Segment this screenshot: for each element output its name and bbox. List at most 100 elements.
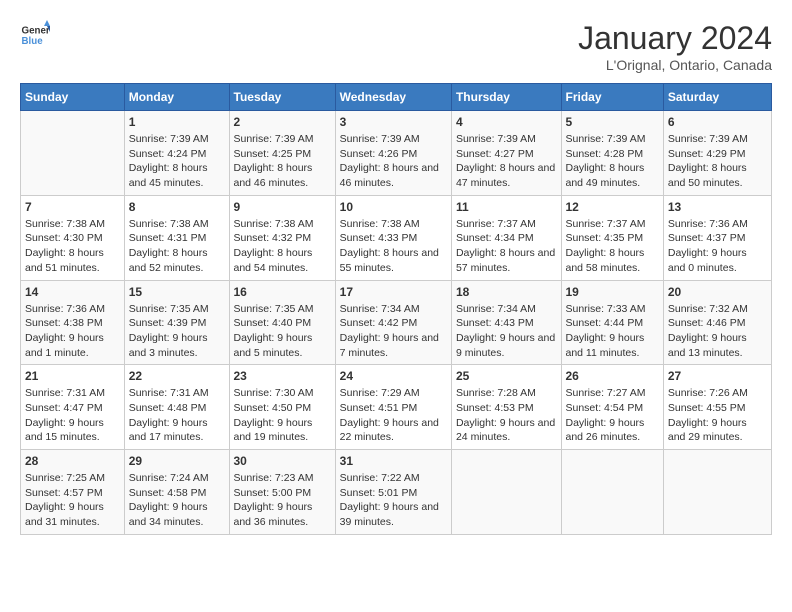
logo-icon: General Blue xyxy=(20,20,50,50)
calendar-cell: 23 Sunrise: 7:30 AMSunset: 4:50 PMDayligh… xyxy=(229,365,335,450)
day-number: 8 xyxy=(129,200,225,214)
calendar-cell: 21Sunrise: 7:31 AMSunset: 4:47 PMDayligh… xyxy=(21,365,125,450)
calendar-cell: 6 Sunrise: 7:39 AMSunset: 4:29 PMDaylight… xyxy=(663,111,771,196)
calendar-cell: 16 Sunrise: 7:35 AMSunset: 4:40 PMDayligh… xyxy=(229,280,335,365)
day-number: 22 xyxy=(129,369,225,383)
day-number: 1 xyxy=(129,115,225,129)
day-number: 4 xyxy=(456,115,557,129)
calendar-cell: 17Sunrise: 7:34 AMSunset: 4:42 PMDayligh… xyxy=(335,280,451,365)
col-friday: Friday xyxy=(561,84,663,111)
day-info: Sunrise: 7:38 AMSunset: 4:33 PMDaylight:… xyxy=(340,217,447,276)
day-info: Sunrise: 7:39 AMSunset: 4:27 PMDaylight:… xyxy=(456,132,557,191)
day-number: 12 xyxy=(566,200,659,214)
calendar-week-1: 1Sunrise: 7:39 AMSunset: 4:24 PMDaylight… xyxy=(21,111,772,196)
month-title: January 2024 xyxy=(578,20,772,57)
calendar-cell xyxy=(451,450,561,535)
day-number: 30 xyxy=(234,454,331,468)
day-info: Sunrise: 7:22 AMSunset: 5:01 PMDaylight:… xyxy=(340,471,447,530)
day-info: Sunrise: 7:24 AMSunset: 4:58 PMDaylight:… xyxy=(129,471,225,530)
day-info: Sunrise: 7:29 AMSunset: 4:51 PMDaylight:… xyxy=(340,386,447,445)
calendar-body: 1Sunrise: 7:39 AMSunset: 4:24 PMDaylight… xyxy=(21,111,772,535)
logo: General Blue xyxy=(20,20,50,50)
col-saturday: Saturday xyxy=(663,84,771,111)
day-number: 2 xyxy=(234,115,331,129)
day-number: 9 xyxy=(234,200,331,214)
day-info: Sunrise: 7:38 AMSunset: 4:31 PMDaylight:… xyxy=(129,217,225,276)
calendar-cell: 18Sunrise: 7:34 AMSunset: 4:43 PMDayligh… xyxy=(451,280,561,365)
day-number: 20 xyxy=(668,285,767,299)
calendar-cell: 15Sunrise: 7:35 AMSunset: 4:39 PMDayligh… xyxy=(124,280,229,365)
calendar-cell: 25 Sunrise: 7:28 AMSunset: 4:53 PMDayligh… xyxy=(451,365,561,450)
calendar-cell xyxy=(663,450,771,535)
calendar-cell: 3 Sunrise: 7:39 AMSunset: 4:26 PMDaylight… xyxy=(335,111,451,196)
calendar-cell xyxy=(21,111,125,196)
calendar-cell: 5 Sunrise: 7:39 AMSunset: 4:28 PMDaylight… xyxy=(561,111,663,196)
day-number: 10 xyxy=(340,200,447,214)
day-number: 3 xyxy=(340,115,447,129)
svg-text:General: General xyxy=(22,26,51,37)
day-info: Sunrise: 7:38 AMSunset: 4:32 PMDaylight:… xyxy=(234,217,331,276)
calendar-cell: 24Sunrise: 7:29 AMSunset: 4:51 PMDayligh… xyxy=(335,365,451,450)
calendar-cell: 11Sunrise: 7:37 AMSunset: 4:34 PMDayligh… xyxy=(451,195,561,280)
calendar-cell: 26Sunrise: 7:27 AMSunset: 4:54 PMDayligh… xyxy=(561,365,663,450)
calendar-cell xyxy=(561,450,663,535)
calendar-cell: 14 Sunrise: 7:36 AMSunset: 4:38 PMDayligh… xyxy=(21,280,125,365)
calendar-cell: 27 Sunrise: 7:26 AMSunset: 4:55 PMDayligh… xyxy=(663,365,771,450)
calendar-cell: 1Sunrise: 7:39 AMSunset: 4:24 PMDaylight… xyxy=(124,111,229,196)
calendar-cell: 30Sunrise: 7:23 AMSunset: 5:00 PMDayligh… xyxy=(229,450,335,535)
day-info: Sunrise: 7:32 AMSunset: 4:46 PMDaylight:… xyxy=(668,302,767,361)
day-info: Sunrise: 7:39 AMSunset: 4:29 PMDaylight:… xyxy=(668,132,767,191)
day-info: Sunrise: 7:36 AMSunset: 4:38 PMDaylight:… xyxy=(25,302,120,361)
header: General Blue January 2024 L'Orignal, Ont… xyxy=(20,20,772,73)
calendar-cell: 12Sunrise: 7:37 AMSunset: 4:35 PMDayligh… xyxy=(561,195,663,280)
calendar-cell: 9 Sunrise: 7:38 AMSunset: 4:32 PMDaylight… xyxy=(229,195,335,280)
day-info: Sunrise: 7:26 AMSunset: 4:55 PMDaylight:… xyxy=(668,386,767,445)
day-info: Sunrise: 7:38 AMSunset: 4:30 PMDaylight:… xyxy=(25,217,120,276)
day-number: 13 xyxy=(668,200,767,214)
day-info: Sunrise: 7:30 AMSunset: 4:50 PMDaylight:… xyxy=(234,386,331,445)
calendar-table: Sunday Monday Tuesday Wednesday Thursday… xyxy=(20,83,772,535)
day-info: Sunrise: 7:28 AMSunset: 4:53 PMDaylight:… xyxy=(456,386,557,445)
day-info: Sunrise: 7:33 AMSunset: 4:44 PMDaylight:… xyxy=(566,302,659,361)
day-info: Sunrise: 7:34 AMSunset: 4:42 PMDaylight:… xyxy=(340,302,447,361)
calendar-cell: 2 Sunrise: 7:39 AMSunset: 4:25 PMDaylight… xyxy=(229,111,335,196)
calendar-cell: 19 Sunrise: 7:33 AMSunset: 4:44 PMDayligh… xyxy=(561,280,663,365)
day-number: 23 xyxy=(234,369,331,383)
col-wednesday: Wednesday xyxy=(335,84,451,111)
day-info: Sunrise: 7:36 AMSunset: 4:37 PMDaylight:… xyxy=(668,217,767,276)
day-number: 28 xyxy=(25,454,120,468)
day-info: Sunrise: 7:31 AMSunset: 4:47 PMDaylight:… xyxy=(25,386,120,445)
calendar-cell: 8 Sunrise: 7:38 AMSunset: 4:31 PMDaylight… xyxy=(124,195,229,280)
day-number: 16 xyxy=(234,285,331,299)
calendar-header: Sunday Monday Tuesday Wednesday Thursday… xyxy=(21,84,772,111)
calendar-cell: 10 Sunrise: 7:38 AMSunset: 4:33 PMDayligh… xyxy=(335,195,451,280)
day-number: 11 xyxy=(456,200,557,214)
day-info: Sunrise: 7:39 AMSunset: 4:26 PMDaylight:… xyxy=(340,132,447,191)
day-info: Sunrise: 7:31 AMSunset: 4:48 PMDaylight:… xyxy=(129,386,225,445)
day-info: Sunrise: 7:39 AMSunset: 4:28 PMDaylight:… xyxy=(566,132,659,191)
day-info: Sunrise: 7:35 AMSunset: 4:40 PMDaylight:… xyxy=(234,302,331,361)
day-number: 26 xyxy=(566,369,659,383)
col-thursday: Thursday xyxy=(451,84,561,111)
day-number: 14 xyxy=(25,285,120,299)
header-row: Sunday Monday Tuesday Wednesday Thursday… xyxy=(21,84,772,111)
day-number: 7 xyxy=(25,200,120,214)
day-number: 29 xyxy=(129,454,225,468)
day-number: 19 xyxy=(566,285,659,299)
calendar-cell: 28Sunrise: 7:25 AMSunset: 4:57 PMDayligh… xyxy=(21,450,125,535)
svg-text:Blue: Blue xyxy=(22,36,44,47)
calendar-cell: 31Sunrise: 7:22 AMSunset: 5:01 PMDayligh… xyxy=(335,450,451,535)
col-monday: Monday xyxy=(124,84,229,111)
day-info: Sunrise: 7:35 AMSunset: 4:39 PMDaylight:… xyxy=(129,302,225,361)
day-info: Sunrise: 7:39 AMSunset: 4:25 PMDaylight:… xyxy=(234,132,331,191)
day-info: Sunrise: 7:34 AMSunset: 4:43 PMDaylight:… xyxy=(456,302,557,361)
calendar-week-3: 14 Sunrise: 7:36 AMSunset: 4:38 PMDayligh… xyxy=(21,280,772,365)
calendar-cell: 22 Sunrise: 7:31 AMSunset: 4:48 PMDayligh… xyxy=(124,365,229,450)
calendar-cell: 7 Sunrise: 7:38 AMSunset: 4:30 PMDaylight… xyxy=(21,195,125,280)
day-number: 27 xyxy=(668,369,767,383)
calendar-cell: 29 Sunrise: 7:24 AMSunset: 4:58 PMDayligh… xyxy=(124,450,229,535)
day-number: 25 xyxy=(456,369,557,383)
day-number: 6 xyxy=(668,115,767,129)
title-area: January 2024 L'Orignal, Ontario, Canada xyxy=(578,20,772,73)
day-number: 5 xyxy=(566,115,659,129)
